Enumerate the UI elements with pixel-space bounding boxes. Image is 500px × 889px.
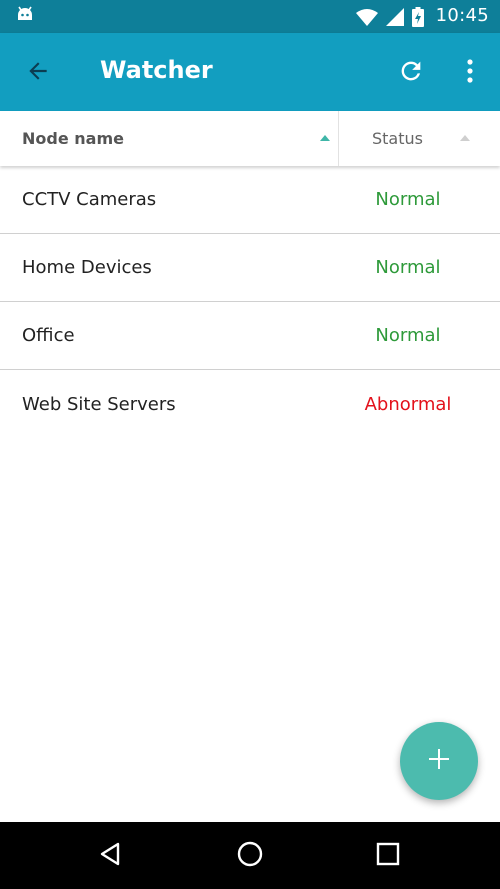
table-header: Node name Status [0, 111, 500, 166]
refresh-button[interactable] [390, 52, 432, 94]
wifi-icon [356, 8, 378, 30]
signal-icon [386, 8, 404, 30]
refresh-icon [397, 57, 425, 89]
battery-charging-icon [412, 7, 424, 31]
nav-home-button[interactable] [230, 836, 270, 876]
node-status: Abnormal [364, 393, 452, 415]
node-name: Home Devices [22, 257, 152, 278]
column-header-label: Node name [22, 129, 124, 148]
table-row[interactable]: Home Devices Normal [0, 234, 500, 302]
node-name: Office [22, 325, 75, 346]
nav-recents-icon [376, 842, 400, 870]
node-status: Normal [375, 325, 441, 346]
column-header-label: Status [372, 129, 423, 148]
system-nav-bar [0, 822, 500, 889]
table-row[interactable]: Office Normal [0, 302, 500, 370]
nav-back-button[interactable] [91, 836, 131, 876]
app-bar: Watcher [0, 33, 500, 111]
sort-ascending-icon [320, 135, 330, 141]
back-arrow-icon [25, 58, 51, 88]
node-status: Normal [375, 257, 441, 278]
add-node-button[interactable] [400, 722, 478, 800]
table-row[interactable]: Web Site Servers Abnormal [0, 370, 500, 438]
column-header-status[interactable]: Status [338, 111, 500, 166]
table-row[interactable]: CCTV Cameras Normal [0, 166, 500, 234]
status-time: 10:45 [435, 5, 489, 26]
nav-home-icon [236, 840, 264, 872]
nav-back-icon [98, 841, 124, 871]
more-vert-icon [466, 58, 474, 88]
back-button[interactable] [18, 53, 58, 93]
android-icon [16, 6, 34, 28]
page-title: Watcher [100, 56, 213, 84]
node-list: CCTV Cameras Normal Home Devices Normal … [0, 166, 500, 438]
sort-inactive-icon [460, 135, 470, 141]
status-bar: 10:45 [0, 0, 500, 33]
node-name: Web Site Servers [22, 393, 176, 415]
nav-recents-button[interactable] [368, 836, 408, 876]
column-header-node-name[interactable]: Node name [0, 111, 338, 166]
node-name: CCTV Cameras [22, 189, 157, 210]
more-options-button[interactable] [450, 52, 490, 94]
node-status: Normal [375, 189, 441, 210]
plus-icon [427, 747, 451, 775]
